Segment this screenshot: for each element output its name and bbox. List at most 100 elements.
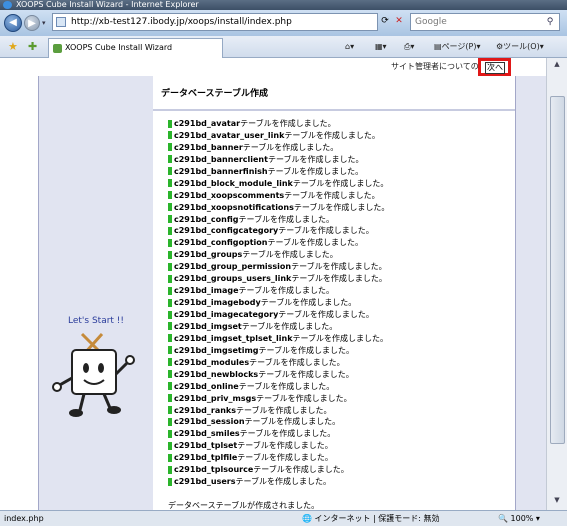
table-row: c291bd_smilesテーブルを作成しました。 (168, 428, 389, 440)
scroll-down-icon[interactable]: ▼ (550, 496, 564, 508)
search-placeholder: Google (415, 17, 447, 27)
add-favorites-icon[interactable]: ✚ (28, 40, 37, 53)
success-mark-icon (168, 406, 172, 414)
success-mark-icon (168, 322, 172, 331)
table-row: c291bd_imageテーブルを作成しました。 (168, 285, 389, 297)
table-name: c291bd_bannerfinish (174, 166, 268, 176)
table-name: c291bd_avatar (174, 119, 241, 128)
table-created-suffix: テーブルを作成しました。 (256, 393, 352, 403)
zone-label: インターネット | 保護モード: 無効 (314, 514, 440, 523)
success-mark-icon (168, 191, 172, 200)
table-created-suffix: テーブルを作成しました。 (291, 274, 387, 284)
feeds-icon[interactable]: ▦▾ (375, 40, 387, 54)
wizard-main: データベーステーブル作成 c291bd_avatarテーブルを作成しました。 c2… (153, 76, 515, 510)
table-created-suffix: テーブルを作成しました。 (249, 357, 345, 367)
table-row: c291bd_imagebodyテーブルを作成しました。 (168, 297, 389, 309)
success-mark-icon (168, 394, 172, 403)
success-mark-icon (168, 167, 172, 176)
table-created-suffix: テーブルを作成しました。 (284, 130, 380, 140)
table-name: c291bd_config (174, 214, 239, 224)
table-row: c291bd_configcategoryテーブルを作成しました。 (168, 225, 389, 237)
url-field[interactable]: http://xb-test127.ibody.jp/xoops/install… (52, 13, 378, 31)
tools-menu[interactable]: ⚙ツール(O)▾ (496, 40, 544, 54)
vertical-scrollbar[interactable]: ▲ ▼ (546, 58, 567, 510)
table-created-suffix: テーブルを作成しました。 (237, 453, 333, 463)
page-content: サイト管理者についての設定 > 次へ Let's Start !! データベース… (0, 58, 567, 510)
favorites-star-icon[interactable]: ★ (8, 40, 18, 53)
table-created-suffix: テーブルを作成しました。 (237, 441, 333, 451)
success-mark-icon (168, 155, 172, 164)
recent-pages-dropdown-icon[interactable]: ▾ (42, 19, 46, 27)
table-name: c291bd_session (174, 417, 245, 427)
success-mark-icon (168, 429, 172, 438)
table-created-suffix: テーブルを作成しました。 (240, 119, 336, 128)
tools-menu-label: ツール(O) (503, 42, 540, 51)
completion-message: データベーステーブルが作成されました。 (168, 501, 320, 510)
table-created-suffix: テーブルを作成しました。 (239, 429, 336, 439)
zoom-control[interactable]: 🔍 100% ▾ (498, 511, 540, 526)
table-row: c291bd_imagecategoryテーブルを作成しました。 (168, 309, 389, 321)
refresh-icon[interactable]: ⟳ (378, 13, 392, 29)
success-mark-icon (168, 238, 172, 247)
table-created-suffix: テーブルを作成しました。 (284, 190, 380, 200)
success-mark-icon (168, 370, 172, 379)
stop-icon[interactable]: ✕ (392, 13, 406, 29)
scroll-up-icon[interactable]: ▲ (550, 60, 564, 72)
table-name: c291bd_xoopsnotifications (174, 202, 294, 212)
table-created-suffix: テーブルを作成しました。 (238, 286, 335, 296)
table-name: c291bd_configcategory (174, 226, 279, 236)
table-row: c291bd_bannerテーブルを作成しました。 (168, 142, 389, 154)
search-icon[interactable]: ⚲ (543, 15, 557, 29)
window-title-bar: XOOPS Cube Install Wizard - Internet Exp… (0, 0, 567, 10)
scroll-thumb[interactable] (550, 96, 565, 444)
page-menu-label: ページ(P) (441, 42, 477, 51)
success-mark-icon (168, 226, 172, 235)
table-name: c291bd_image (174, 286, 239, 296)
table-created-suffix: テーブルを作成しました。 (278, 226, 374, 236)
table-row: c291bd_priv_msgsテーブルを作成しました。 (168, 393, 389, 405)
table-row: c291bd_tplsourceテーブルを作成しました。 (168, 464, 389, 476)
table-row: c291bd_tplsetテーブルを作成しました。 (168, 440, 389, 452)
page-menu[interactable]: ▤ページ(P)▾ (434, 40, 480, 54)
success-mark-icon (168, 143, 172, 152)
table-name: c291bd_imgset_tplset_link (174, 333, 293, 343)
table-created-suffix: テーブルを作成しました。 (236, 405, 332, 415)
table-row: c291bd_imgsetテーブルを作成しました。 (168, 321, 389, 333)
table-row: c291bd_bannerfinishテーブルを作成しました。 (168, 166, 389, 178)
table-name: c291bd_groups_users_link (174, 274, 292, 284)
print-icon[interactable]: ⎙▾ (404, 40, 414, 54)
table-created-suffix: テーブルを作成しました。 (292, 333, 389, 343)
success-mark-icon (168, 203, 172, 212)
page-heading: データベーステーブル作成 (161, 89, 269, 99)
home-icon[interactable]: ⌂▾ (345, 40, 354, 54)
search-input[interactable]: Google ⚲ (410, 13, 560, 31)
table-name: c291bd_group_permission (174, 262, 292, 272)
table-created-suffix: テーブルを作成しました。 (258, 369, 354, 379)
table-row: c291bd_avatarテーブルを作成しました。 (168, 118, 389, 130)
cube-mascot-icon (52, 332, 135, 417)
success-mark-icon (168, 274, 172, 283)
table-created-suffix: テーブルを作成しました。 (241, 321, 338, 331)
table-name: c291bd_imgset (174, 321, 242, 331)
window-title: XOOPS Cube Install Wizard - Internet Exp… (16, 0, 199, 9)
next-button-highlight[interactable]: 次へ (478, 58, 511, 76)
lets-start-label: Let's Start !! (68, 316, 125, 326)
table-row: c291bd_block_module_linkテーブルを作成しました。 (168, 178, 389, 190)
security-zone[interactable]: 🌐 インターネット | 保護モード: 無効 (302, 511, 440, 526)
success-mark-icon (168, 215, 172, 223)
table-created-suffix: テーブルを作成しました。 (242, 142, 339, 152)
zoom-level: 100% (510, 514, 534, 523)
next-button[interactable]: 次へ (485, 62, 505, 74)
url-text: http://xb-test127.ibody.jp/xoops/install… (71, 17, 292, 27)
table-list: c291bd_avatarテーブルを作成しました。 c291bd_avatar_u… (168, 118, 389, 488)
forward-button[interactable]: ▶ (24, 15, 40, 31)
tab-xoops-install[interactable]: XOOPS Cube Install Wizard (48, 38, 223, 58)
success-mark-icon (168, 382, 172, 391)
table-name: c291bd_ranks (174, 405, 237, 415)
success-mark-icon (168, 286, 172, 295)
back-button[interactable]: ◀ (4, 14, 22, 32)
table-row: c291bd_groupsテーブルを作成しました。 (168, 249, 389, 261)
table-created-suffix: テーブルを作成しました。 (292, 178, 389, 188)
heading-divider (153, 109, 515, 111)
status-text: index.php (4, 514, 44, 523)
